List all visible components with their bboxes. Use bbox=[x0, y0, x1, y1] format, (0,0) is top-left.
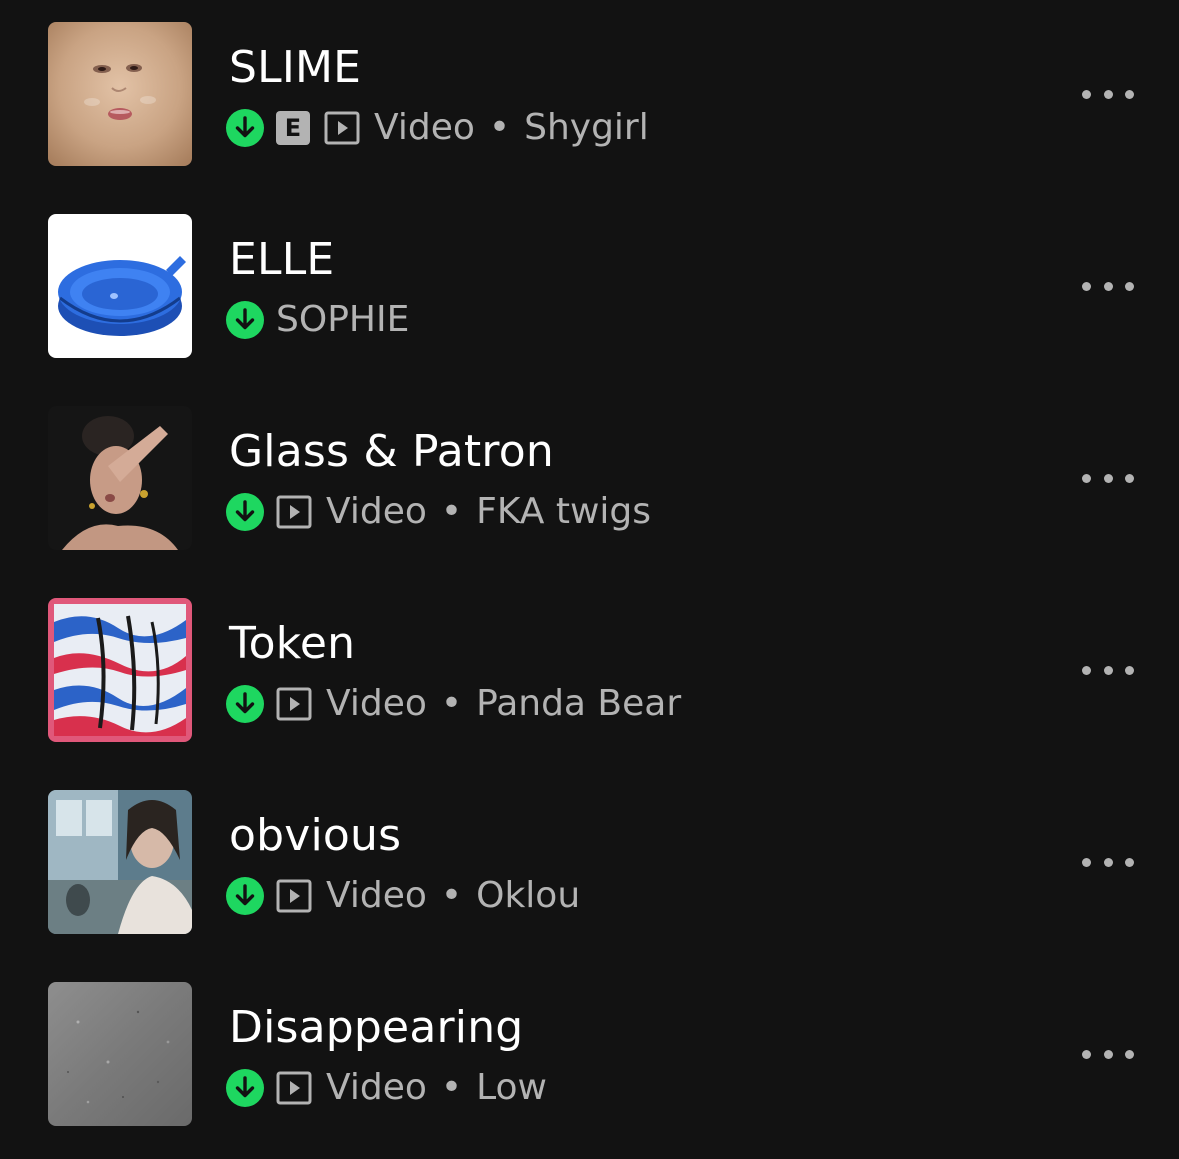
track-meta: Video • FKA twigs bbox=[226, 490, 651, 534]
track-type-label: Video bbox=[326, 875, 427, 916]
more-options-button[interactable] bbox=[1078, 462, 1138, 494]
track-type-label: Video bbox=[374, 107, 475, 148]
video-icon bbox=[276, 494, 312, 530]
track-type-label: Video bbox=[326, 1067, 427, 1108]
more-options-icon bbox=[1082, 665, 1091, 675]
more-options-button[interactable] bbox=[1078, 1038, 1138, 1070]
track-meta: Video • Low bbox=[226, 1066, 547, 1110]
track-meta: E Video • Shygirl bbox=[226, 106, 649, 150]
more-options-icon bbox=[1082, 473, 1091, 483]
track-title[interactable]: ELLE bbox=[229, 232, 334, 288]
explicit-badge: E bbox=[276, 111, 310, 145]
more-options-icon bbox=[1082, 1049, 1091, 1059]
track-row[interactable]: ELLE SOPHIE bbox=[0, 192, 1179, 384]
track-title[interactable]: Glass & Patron bbox=[229, 424, 554, 480]
download-complete-icon bbox=[226, 493, 264, 531]
track-row[interactable]: Glass & Patron Video • FKA twigs bbox=[0, 384, 1179, 576]
track-type-label: Video bbox=[326, 491, 427, 532]
album-art[interactable] bbox=[48, 790, 192, 934]
artist-name[interactable]: Low bbox=[476, 1066, 547, 1110]
track-row[interactable]: Token Video • Panda Bear bbox=[0, 576, 1179, 768]
track-type-label: Video bbox=[326, 683, 427, 724]
artist-name[interactable]: Oklou bbox=[476, 874, 580, 918]
video-icon bbox=[324, 110, 360, 146]
track-meta: Video • Oklou bbox=[226, 874, 580, 918]
track-title[interactable]: obvious bbox=[229, 808, 401, 864]
artist-name[interactable]: FKA twigs bbox=[476, 490, 651, 534]
download-complete-icon bbox=[226, 877, 264, 915]
album-art[interactable] bbox=[48, 982, 192, 1126]
artist-name[interactable]: SOPHIE bbox=[276, 298, 409, 342]
track-list: SLIME E Video • Shygirl ELLE SOPHIE Glas… bbox=[0, 0, 1179, 1159]
separator-dot: • bbox=[440, 1067, 463, 1108]
more-options-button[interactable] bbox=[1078, 78, 1138, 110]
more-options-button[interactable] bbox=[1078, 654, 1138, 686]
video-icon bbox=[276, 686, 312, 722]
more-options-icon bbox=[1082, 89, 1091, 99]
track-meta: SOPHIE bbox=[226, 298, 409, 342]
album-art[interactable] bbox=[48, 214, 192, 358]
video-icon bbox=[276, 1070, 312, 1106]
album-art[interactable] bbox=[48, 598, 192, 742]
track-title[interactable]: Disappearing bbox=[229, 1000, 523, 1056]
track-row[interactable]: SLIME E Video • Shygirl bbox=[0, 0, 1179, 192]
download-complete-icon bbox=[226, 1069, 264, 1107]
video-icon bbox=[276, 878, 312, 914]
track-row[interactable]: obvious Video • Oklou bbox=[0, 768, 1179, 960]
more-options-icon bbox=[1082, 857, 1091, 867]
download-complete-icon bbox=[226, 109, 264, 147]
separator-dot: • bbox=[488, 107, 511, 148]
download-complete-icon bbox=[226, 685, 264, 723]
track-row[interactable]: Disappearing Video • Low bbox=[0, 960, 1179, 1152]
separator-dot: • bbox=[440, 491, 463, 532]
more-options-icon bbox=[1082, 281, 1091, 291]
album-art[interactable] bbox=[48, 406, 192, 550]
artist-name[interactable]: Shygirl bbox=[524, 106, 649, 150]
separator-dot: • bbox=[440, 875, 463, 916]
artist-name[interactable]: Panda Bear bbox=[476, 682, 681, 726]
track-title[interactable]: SLIME bbox=[229, 40, 361, 96]
separator-dot: • bbox=[440, 683, 463, 724]
download-complete-icon bbox=[226, 301, 264, 339]
track-title[interactable]: Token bbox=[229, 616, 355, 672]
track-meta: Video • Panda Bear bbox=[226, 682, 681, 726]
album-art[interactable] bbox=[48, 22, 192, 166]
more-options-button[interactable] bbox=[1078, 846, 1138, 878]
more-options-button[interactable] bbox=[1078, 270, 1138, 302]
